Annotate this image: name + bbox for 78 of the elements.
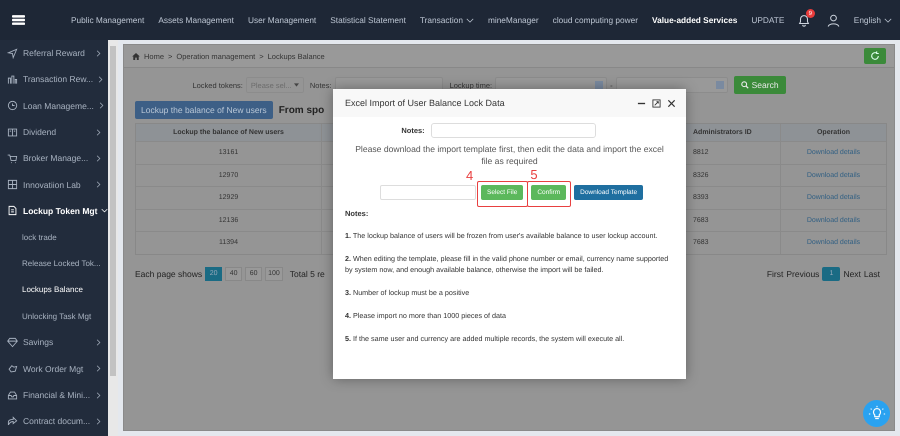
search-button[interactable]: Search: [734, 76, 786, 94]
chevron-down-icon: [101, 208, 108, 214]
user-icon[interactable]: [826, 14, 840, 26]
language-selector[interactable]: English: [854, 15, 892, 25]
next-page-link[interactable]: Next: [843, 268, 861, 278]
bar-chart-icon: [7, 74, 18, 85]
file-path-field[interactable]: [380, 185, 476, 200]
help-button[interactable]: [863, 400, 890, 427]
annotation-number: 5: [530, 168, 538, 181]
refresh-button[interactable]: [864, 48, 886, 64]
chevron-right-icon: [96, 154, 101, 162]
sidebar-subitem[interactable]: Release Locked Tok...: [0, 250, 108, 277]
hand-icon: [7, 363, 18, 374]
sidebar-subitem[interactable]: Lockups Balance: [0, 276, 108, 303]
total-records-text: Total 5 re: [290, 268, 325, 278]
nav-tab[interactable]: Assets Management: [158, 15, 234, 25]
annotation-box: [527, 181, 572, 207]
share-icon: [7, 416, 18, 427]
inbox-icon: [7, 390, 18, 400]
page-size-label: Each page shows: [135, 268, 202, 278]
sidebar-subitem[interactable]: lock trade: [0, 224, 108, 250]
tab[interactable]: Lockup the balance of New users: [135, 101, 273, 119]
chevron-right-icon: [98, 102, 104, 110]
cart-icon: [7, 152, 18, 164]
nav-tab[interactable]: UPDATE: [751, 15, 784, 25]
send-icon: [7, 48, 18, 59]
sidebar-item[interactable]: Financial & Mini...: [0, 382, 108, 408]
chevron-right-icon: [96, 338, 101, 346]
maximize-icon[interactable]: [652, 98, 661, 108]
book-icon: [7, 126, 18, 138]
first-page-link[interactable]: First: [766, 268, 784, 278]
tab[interactable]: From spo: [278, 104, 324, 116]
nav-tab[interactable]: cloud computing power: [552, 15, 638, 25]
sidebar-item[interactable]: Innovatiion Lab: [0, 171, 108, 198]
chevron-right-icon: [96, 418, 101, 425]
chevron-right-icon: [96, 181, 101, 188]
close-icon[interactable]: [667, 98, 676, 108]
annotation-number: 4: [466, 169, 474, 182]
diamond-icon: [7, 336, 18, 348]
instruction-text: Please download the import template first, then edit the data and import the excel file as required: [355, 143, 664, 167]
sidebar-item[interactable]: Broker Manage...: [0, 145, 108, 172]
chevron-right-icon: [96, 50, 101, 57]
refresh-icon: [870, 51, 880, 61]
nav-tab[interactable]: Transaction: [420, 15, 474, 25]
document-icon: [7, 205, 18, 216]
nav-tab[interactable]: User Management: [248, 15, 316, 25]
bell-icon: [796, 13, 811, 27]
chevron-right-icon: [98, 76, 104, 83]
chevron-right-icon: [96, 128, 101, 136]
caret-icon: [294, 83, 299, 87]
sidebar-item[interactable]: Dividend: [0, 118, 108, 146]
nav-tab[interactable]: Public Management: [71, 15, 144, 25]
sidebar-item[interactable]: Savings: [0, 329, 108, 356]
sidebar-item[interactable]: Loan Manageme...: [0, 92, 108, 119]
nav-tab[interactable]: mineManager: [488, 15, 539, 25]
calendar-icon: [595, 81, 604, 89]
sidebar-item[interactable]: Transaction Rew...: [0, 66, 108, 93]
dialog-title: Excel Import of User Balance Lock Data: [345, 98, 506, 108]
menu-icon[interactable]: [12, 15, 25, 25]
sidebar-item[interactable]: Lockup Token Mgt: [0, 198, 108, 224]
nav-tab[interactable]: Statistical Statement: [330, 15, 406, 25]
chevron-down-icon: [466, 18, 474, 22]
chevron-right-icon: [96, 365, 101, 372]
last-page-link[interactable]: Last: [864, 268, 880, 278]
scrollbar[interactable]: [108, 40, 118, 436]
chevron-right-icon: [96, 392, 101, 398]
nav-tab[interactable]: Value-added Services: [652, 15, 738, 25]
home-icon: [132, 52, 140, 60]
previous-page-link[interactable]: Previous: [786, 268, 820, 278]
sidebar-item[interactable]: Contract docum...: [0, 408, 108, 434]
chevron-down-icon: [884, 18, 892, 22]
calendar-icon: [716, 81, 724, 89]
sidebar-item[interactable]: Referral Reward: [0, 40, 108, 66]
sidebar-item[interactable]: Work Order Mgt: [0, 356, 108, 382]
sidebar-subitem[interactable]: Unlocking Task Mgt: [0, 302, 108, 330]
clock-icon: [7, 100, 18, 112]
search-icon: [740, 81, 749, 89]
grid-icon: [7, 179, 18, 190]
